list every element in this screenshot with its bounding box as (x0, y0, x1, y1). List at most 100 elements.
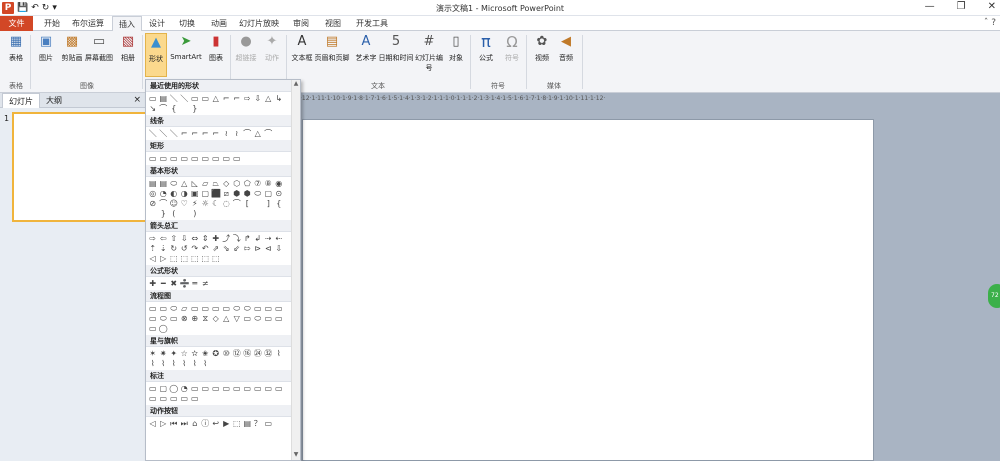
gallery-scrollbar[interactable]: ▲ ▼ (291, 80, 300, 460)
shape-item[interactable]: ⇨ (148, 234, 158, 243)
shape-item[interactable]: ⇠ (274, 234, 284, 243)
shape-item[interactable]: [ (243, 199, 253, 208)
textbox-button[interactable]: A 文本框 (288, 33, 316, 63)
shape-item[interactable]: ⬭ (159, 314, 169, 323)
shape-item[interactable]: ◐ (169, 189, 179, 198)
shape-item[interactable]: ⌇ (148, 359, 158, 368)
shape-item[interactable]: ⬚ (211, 254, 221, 263)
shape-item[interactable]: ⇕ (201, 234, 211, 243)
shape-item[interactable]: ⬚ (201, 254, 211, 263)
shape-item[interactable]: ▤ (159, 94, 169, 103)
shape-item[interactable]: ▢ (264, 189, 274, 198)
shape-item[interactable]: ⊘ (148, 199, 158, 208)
slide-number-button[interactable]: # 幻灯片编号 (414, 33, 444, 73)
shape-item[interactable] (180, 209, 190, 218)
shape-item[interactable]: ⌇ (201, 359, 211, 368)
tab-file[interactable]: 文件 (0, 16, 33, 31)
equation-button[interactable]: π 公式 (472, 33, 500, 63)
shape-item[interactable]: △ (222, 314, 232, 323)
shape-item[interactable]: ⑯ (243, 349, 253, 358)
shape-item[interactable]: ⬠ (243, 179, 253, 188)
shape-item[interactable]: ▭ (264, 384, 274, 393)
shape-item[interactable]: ▭ (180, 154, 190, 163)
tab-review[interactable]: 审阅 (288, 16, 314, 31)
shape-item[interactable]: ▢ (201, 189, 211, 198)
shape-item[interactable]: ⧖ (201, 314, 211, 323)
shape-item[interactable]: ▭ (201, 384, 211, 393)
shape-item[interactable]: ⬚ (232, 419, 242, 428)
chart-button[interactable]: ▮ 图表 (202, 33, 230, 63)
shape-item[interactable]: ✫ (190, 349, 200, 358)
shape-item[interactable]: } (190, 104, 200, 113)
shape-item[interactable]: ━ (159, 279, 169, 288)
shape-item[interactable]: ▭ (148, 384, 158, 393)
shape-item[interactable]: ↻ (169, 244, 179, 253)
shape-item[interactable] (180, 104, 190, 113)
shape-item[interactable]: ⬭ (169, 179, 179, 188)
shape-item[interactable]: ⊗ (180, 314, 190, 323)
shape-item[interactable]: ⏢ (211, 179, 221, 188)
shape-item[interactable]: ◁ (148, 419, 158, 428)
shape-item[interactable]: ▭ (148, 94, 158, 103)
shape-item[interactable]: ⇢ (264, 234, 274, 243)
action-button[interactable]: ✦ 动作 (258, 33, 286, 63)
shape-item[interactable]: ◺ (190, 179, 200, 188)
shape-item[interactable]: ▤ (148, 179, 158, 188)
shape-item[interactable]: ▭ (148, 314, 158, 323)
shape-item[interactable]: ⇰ (243, 244, 253, 253)
shape-item[interactable]: ⌇ (180, 359, 190, 368)
tab-boolean[interactable]: 布尔运算 (68, 16, 108, 31)
shape-item[interactable]: ？ (253, 419, 263, 428)
slide-canvas[interactable] (302, 119, 874, 461)
shape-item[interactable]: ▱ (201, 179, 211, 188)
shape-item[interactable]: ◑ (180, 189, 190, 198)
shape-item[interactable]: ↺ (180, 244, 190, 253)
shape-item[interactable]: ▭ (169, 314, 179, 323)
shape-item[interactable]: ⇡ (148, 244, 158, 253)
shape-item[interactable]: ▭ (201, 154, 211, 163)
shape-item[interactable]: } (159, 209, 169, 218)
shapes-button[interactable]: ▲ 形状 (145, 33, 167, 77)
shape-item[interactable]: △ (211, 94, 221, 103)
tab-slides[interactable]: 幻灯片 (2, 93, 40, 108)
shape-item[interactable]: ⌇ (169, 359, 179, 368)
shape-item[interactable]: ▣ (190, 189, 200, 198)
shape-item[interactable] (148, 209, 158, 218)
shape-item[interactable]: ⬚ (190, 254, 200, 263)
shape-item[interactable]: ⇦ (159, 234, 169, 243)
restore-button[interactable]: ❐ (957, 1, 966, 12)
shape-item[interactable]: ⌒ (232, 199, 242, 208)
shape-item[interactable]: ◇ (211, 314, 221, 323)
shape-item[interactable]: ⬢ (243, 189, 253, 198)
shape-item[interactable]: ▭ (148, 394, 158, 403)
shape-item[interactable]: ⇨ (243, 94, 253, 103)
shape-item[interactable]: ⇙ (232, 244, 242, 253)
shape-item[interactable]: ◯ (169, 384, 179, 393)
object-button[interactable]: ▯ 对象 (442, 33, 470, 63)
shape-item[interactable]: ▭ (190, 154, 200, 163)
shape-item[interactable]: ⤵ (232, 234, 242, 243)
shape-item[interactable]: ◌ (222, 199, 232, 208)
shape-item[interactable]: ▭ (274, 304, 284, 313)
shape-item[interactable]: ▭ (148, 154, 158, 163)
shape-item[interactable]: ⑦ (253, 179, 263, 188)
shape-item[interactable]: ✶ (148, 349, 158, 358)
shape-item[interactable]: ✷ (159, 349, 169, 358)
shape-item[interactable]: ⑧ (264, 179, 274, 188)
shape-item[interactable]: ▭ (180, 394, 190, 403)
tab-home[interactable]: 开始 (38, 16, 66, 31)
shape-item[interactable]: ▭ (201, 94, 211, 103)
shape-item[interactable]: ✚ (148, 279, 158, 288)
shape-item[interactable]: ⌇ (274, 349, 284, 358)
shape-item[interactable]: ㉔ (253, 349, 263, 358)
shape-item[interactable]: ⌒ (243, 129, 253, 138)
shape-item[interactable]: ⬚ (169, 254, 179, 263)
tab-developer[interactable]: 开发工具 (352, 16, 392, 31)
shape-item[interactable]: ↘ (148, 104, 158, 113)
shape-item[interactable]: ▭ (148, 324, 158, 333)
shape-item[interactable]: ⌐ (201, 129, 211, 138)
minimize-button[interactable]: — (925, 1, 935, 12)
shape-item[interactable]: ▭ (159, 304, 169, 313)
shape-item[interactable]: ⌐ (211, 129, 221, 138)
shape-item[interactable]: ⬭ (243, 304, 253, 313)
